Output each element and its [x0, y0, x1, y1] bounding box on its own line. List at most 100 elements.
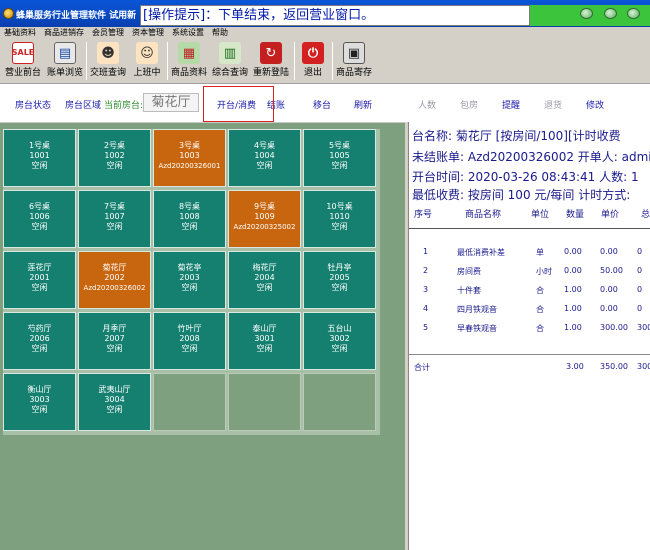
room-tile[interactable]: 8号桌 1008 空闲 — [153, 190, 226, 248]
people-button[interactable]: 人数 — [418, 98, 436, 111]
room-code: 2004 — [254, 273, 275, 282]
table-row[interactable]: 4 四月铁观音 合 1.00 0.00 0 — [409, 304, 650, 322]
room-tile[interactable]: 6号桌 1006 空闲 — [3, 190, 76, 248]
on-duty-icon: ☺ — [136, 42, 158, 64]
sales-front-button[interactable]: SALE 营业前台 — [4, 40, 42, 82]
menu-basic-data[interactable]: 基础资料 — [4, 27, 36, 38]
on-duty-button[interactable]: ☺ 上班中 — [129, 40, 165, 82]
room-name: 莲花厅 — [27, 263, 52, 272]
table-row[interactable]: 3 十件套 合 1.00 0.00 0 — [409, 285, 650, 303]
room-tile[interactable]: 3号桌 1003 Azd20200326001 — [153, 129, 226, 187]
comprehensive-query-button[interactable]: ▥ 综合查询 — [211, 40, 249, 82]
product-data-button[interactable]: ▦ 商品资料 — [170, 40, 208, 82]
row-price: 300.00 — [600, 323, 628, 332]
room-tile-empty — [228, 373, 301, 431]
room-tile[interactable]: 菊花亭 2003 空闲 — [153, 251, 226, 309]
room-name: 8号桌 — [178, 202, 201, 211]
row-qty: 1.00 — [564, 323, 582, 332]
room-code: 1005 — [329, 151, 350, 160]
room-status-button[interactable]: 房台状态 — [15, 98, 51, 111]
room-tile[interactable]: 五台山 3002 空闲 — [303, 312, 376, 370]
close-icon[interactable] — [627, 8, 640, 19]
room-status: 空闲 — [331, 161, 348, 170]
row-no: 2 — [423, 266, 429, 275]
row-name: 早春铁观音 — [457, 324, 497, 333]
room-name: 衡山厅 — [27, 385, 52, 394]
total-row: 合计 3.00 350.00 300 — [409, 362, 650, 376]
room-name: 9号桌 — [253, 202, 276, 211]
room-name: 菊花厅 — [102, 263, 127, 272]
room-tile[interactable]: 10号桌 1010 空闲 — [303, 190, 376, 248]
room-tile[interactable]: 竹叶厅 2008 空闲 — [153, 312, 226, 370]
row-name: 四月铁观音 — [457, 305, 497, 314]
room-status: 空闲 — [106, 222, 123, 231]
room-tile[interactable]: 2号桌 1002 空闲 — [78, 129, 151, 187]
row-qty: 0.00 — [564, 266, 582, 275]
exit-button[interactable]: ⏻ 退出 — [297, 40, 329, 82]
maximize-icon[interactable] — [604, 8, 617, 19]
row-price: 50.00 — [600, 266, 623, 275]
room-name: 1号桌 — [28, 141, 51, 150]
room-tile[interactable]: 菊花厅 2002 Azd20200326002 — [78, 251, 151, 309]
room-status: 空闲 — [106, 405, 123, 414]
room-tile[interactable]: 牡丹亭 2005 空闲 — [303, 251, 376, 309]
menu-settings[interactable]: 系统设置 — [172, 27, 204, 38]
table-row[interactable]: 2 房间费 小时 0.00 50.00 0 — [409, 266, 650, 284]
total-label: 合计 — [414, 363, 430, 372]
room-tile[interactable]: 5号桌 1005 空闲 — [303, 129, 376, 187]
toolbar-separator — [332, 42, 333, 80]
room-tile[interactable]: 梅花厅 2004 空闲 — [228, 251, 301, 309]
menu-member[interactable]: 会员管理 — [92, 27, 124, 38]
room-status: 空闲 — [256, 283, 273, 292]
room-tile[interactable]: 武夷山厅 3004 空闲 — [78, 373, 151, 431]
room-tile[interactable]: 莲花厅 2001 空闲 — [3, 251, 76, 309]
menu-inventory[interactable]: 商品进销存 — [44, 27, 84, 38]
minimize-icon[interactable] — [580, 8, 593, 19]
room-tile[interactable]: 月季厅 2007 空闲 — [78, 312, 151, 370]
move-table-button[interactable]: 移台 — [313, 98, 331, 111]
row-unit: 单 — [536, 248, 544, 257]
return-goods-button[interactable]: 退货 — [544, 98, 562, 111]
chart-query-icon: ▥ — [219, 42, 241, 64]
header-unit: 单位 — [531, 210, 550, 220]
refresh-button[interactable]: 刷新 — [354, 98, 372, 111]
room-tile[interactable]: 衡山厅 3003 空闲 — [3, 373, 76, 431]
box-button[interactable]: 包房 — [460, 98, 478, 111]
row-name: 十件套 — [457, 286, 481, 295]
room-code: 1004 — [254, 151, 275, 160]
header-total: 总 — [641, 210, 650, 220]
room-tile[interactable]: 1号桌 1001 空闲 — [3, 129, 76, 187]
table-row[interactable]: 5 早春铁观音 合 1.00 300.00 300 — [409, 323, 650, 341]
room-name: 菊花亭 — [177, 263, 202, 272]
room-name: 梅花厅 — [252, 263, 277, 272]
relogin-button[interactable]: ↻ 重新登陆 — [252, 40, 290, 82]
room-code: 2002 — [104, 273, 125, 282]
modify-button[interactable]: 修改 — [586, 98, 604, 111]
room-name: 泰山厅 — [252, 324, 277, 333]
room-tile[interactable]: 泰山厅 3001 空闲 — [228, 312, 301, 370]
row-total: 0 — [637, 266, 643, 275]
room-code: 3004 — [104, 395, 125, 404]
room-tile-empty — [303, 373, 376, 431]
room-name: 竹叶厅 — [177, 324, 202, 333]
menu-capital[interactable]: 资本管理 — [132, 27, 164, 38]
room-code: 2005 — [329, 273, 350, 282]
table-row[interactable]: 1 最低消费补差 单 0.00 0.00 0 — [409, 247, 650, 265]
room-tile[interactable]: 芍药厅 2006 空闲 — [3, 312, 76, 370]
room-code: 1010 — [329, 212, 350, 221]
room-status: 空闲 — [331, 222, 348, 231]
room-code: 1009 — [254, 212, 275, 221]
room-tile[interactable]: 4号桌 1004 空闲 — [228, 129, 301, 187]
menu-help[interactable]: 帮助 — [212, 27, 228, 38]
remind-button[interactable]: 提醒 — [502, 98, 520, 111]
room-tile[interactable]: 9号桌 1009 Azd20200325002 — [228, 190, 301, 248]
header-divider — [409, 228, 650, 229]
room-info-line: 台名称: 菊花厅 [按房间/100][计时收费 — [412, 129, 621, 143]
bill-browse-button[interactable]: ▤ 账单浏览 — [46, 40, 84, 82]
room-code: 2008 — [179, 334, 200, 343]
shift-query-button[interactable]: ☻ 交班查询 — [89, 40, 127, 82]
product-storage-button[interactable]: ▣ 商品寄存 — [335, 40, 373, 82]
room-tile[interactable]: 7号桌 1007 空闲 — [78, 190, 151, 248]
row-name: 房间费 — [457, 267, 481, 276]
room-area-button[interactable]: 房台区域 — [65, 98, 101, 111]
